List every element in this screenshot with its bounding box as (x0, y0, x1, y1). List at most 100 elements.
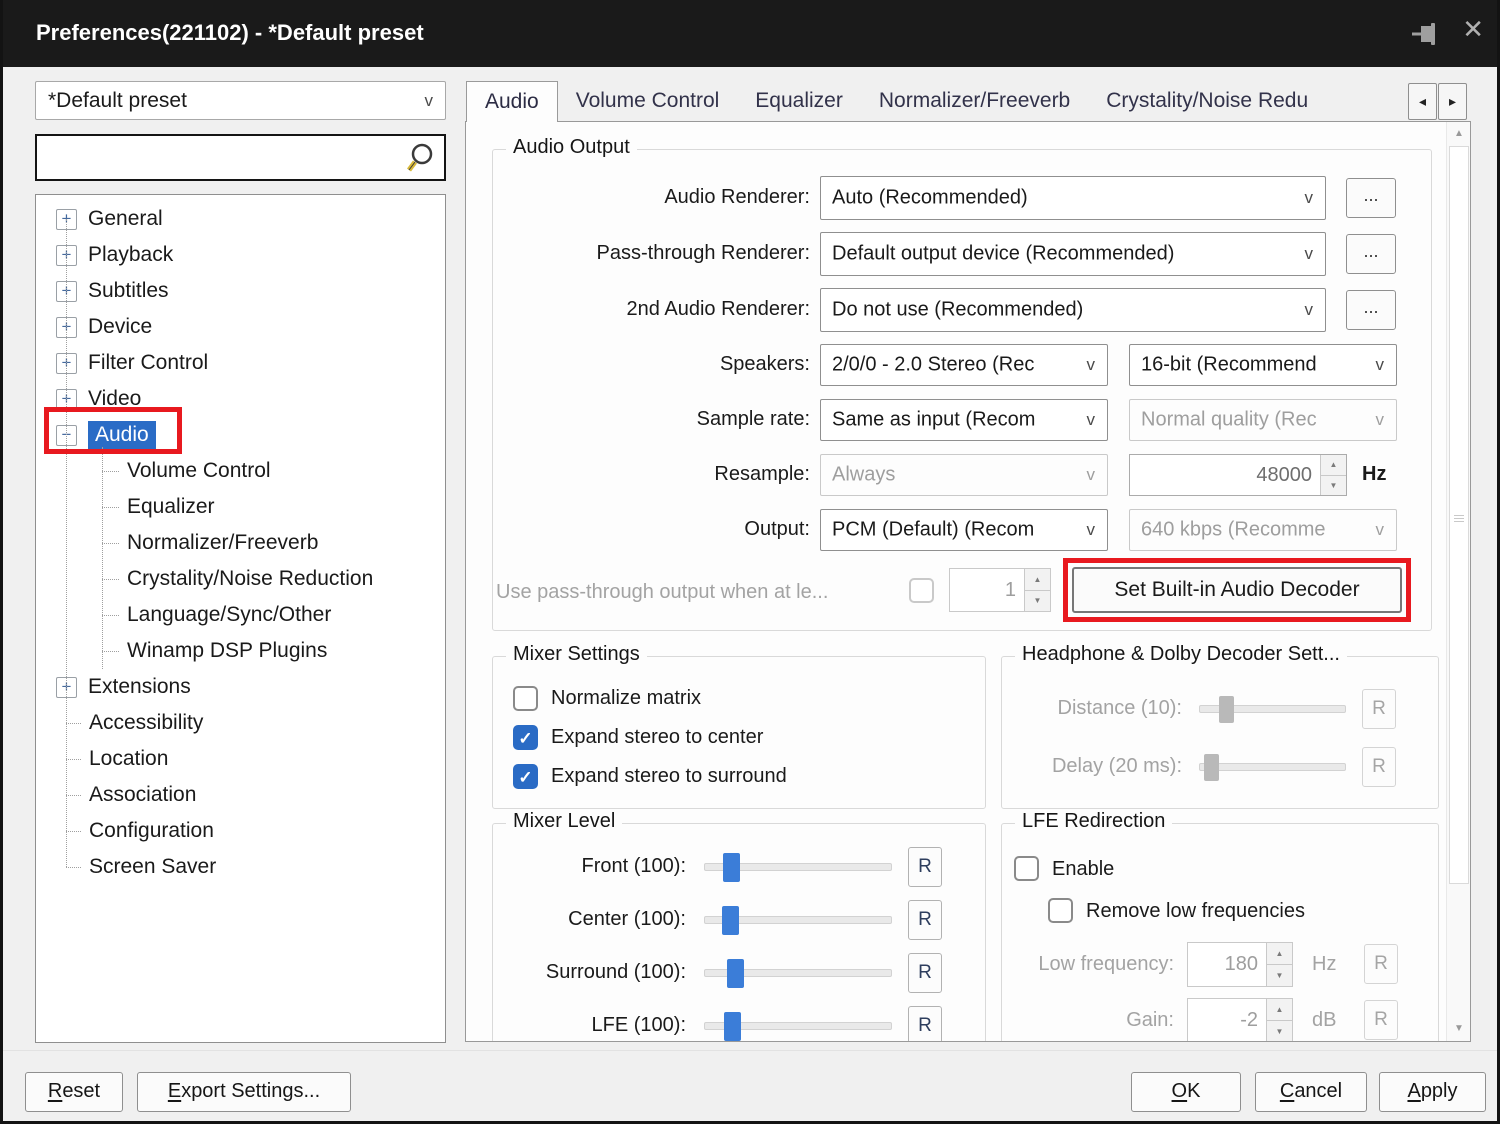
audio-renderer-combobox[interactable]: Auto (Recommended) v (820, 176, 1326, 220)
tree-item-equalizer[interactable]: Equalizer (36, 489, 445, 525)
reset-button[interactable]: Reset (25, 1072, 123, 1112)
scrollbar-up-icon[interactable]: ▲ (1448, 123, 1470, 145)
distance-10-reset-button[interactable]: R (1362, 689, 1396, 729)
spinner-down-icon[interactable]: ▼ (1321, 476, 1346, 496)
delay-20-ms-reset-button[interactable]: R (1362, 747, 1396, 787)
second-renderer-more-button[interactable]: ... (1346, 290, 1396, 330)
export-settings-button[interactable]: Export Settings... (137, 1072, 351, 1112)
front-100-reset-button[interactable]: R (908, 847, 942, 887)
lfe-100-slider-track[interactable] (704, 1022, 892, 1030)
tree-item-playback[interactable]: +Playback (36, 237, 445, 273)
scrollbar-thumb[interactable] (1449, 146, 1469, 884)
speakers-combobox[interactable]: 2/0/0 - 2.0 Stereo (Rec v (820, 344, 1108, 386)
tab-scroll-left-icon[interactable]: ◂ (1408, 83, 1437, 120)
resample-frequency-spinner[interactable]: 48000 ▲ ▼ (1129, 454, 1347, 496)
low-frequency-spinner[interactable]: 180 ▲ ▼ (1187, 942, 1293, 987)
pin-icon[interactable] (1410, 20, 1440, 48)
tree-item-video[interactable]: +Video (36, 381, 445, 417)
surround-100-slider-track[interactable] (704, 969, 892, 977)
tree-item-volume-control[interactable]: Volume Control (36, 453, 445, 489)
gain-spinner[interactable]: -2 ▲ ▼ (1187, 998, 1293, 1042)
tree-item-device[interactable]: +Device (36, 309, 445, 345)
combo-value: Normal quality (Rec (1141, 409, 1364, 432)
apply-button[interactable]: Apply (1379, 1072, 1486, 1112)
front-100-label: Front (100): (496, 855, 686, 878)
tree-item-general[interactable]: +General (36, 201, 445, 237)
search-input[interactable] (37, 136, 444, 179)
ok-button[interactable]: OK (1131, 1072, 1241, 1112)
gain-unit: dB (1312, 1009, 1336, 1032)
sample-rate-combobox[interactable]: Same as input (Recom v (820, 399, 1108, 441)
spinner-up-icon[interactable]: ▲ (1025, 569, 1050, 591)
tree-item-extensions[interactable]: +Extensions (36, 669, 445, 705)
tree-item-location[interactable]: Location (36, 741, 445, 777)
set-builtin-audio-decoder-button[interactable]: Set Built-in Audio Decoder (1072, 567, 1402, 613)
spinner-up-icon[interactable]: ▲ (1267, 999, 1292, 1021)
scrollbar-down-icon[interactable]: ▼ (1448, 1018, 1470, 1040)
cancel-button[interactable]: Cancel (1255, 1072, 1367, 1112)
surround-100-reset-button[interactable]: R (908, 953, 942, 993)
front-100-slider-track[interactable] (704, 863, 892, 871)
tab-scroll-right-icon[interactable]: ▸ (1438, 83, 1467, 120)
slider-thumb[interactable] (722, 906, 739, 935)
tab-normalizer-freeverb[interactable]: Normalizer/Freeverb (861, 81, 1088, 121)
scrollbar-vertical[interactable]: ▲ ▼ (1446, 122, 1470, 1041)
passthrough-renderer-more-button[interactable]: ... (1346, 234, 1396, 274)
tab-equalizer[interactable]: Equalizer (737, 81, 861, 121)
tree-item-accessibility[interactable]: Accessibility (36, 705, 445, 741)
lfe-remove-low-checkbox[interactable] (1048, 898, 1073, 923)
chevron-down-icon: v (1087, 355, 1096, 375)
tree-item-association[interactable]: Association (36, 777, 445, 813)
tree-item-configuration[interactable]: Configuration (36, 813, 445, 849)
tree-item-winamp-dsp-plugins[interactable]: Winamp DSP Plugins (36, 633, 445, 669)
audio-renderer-more-button[interactable]: ... (1346, 178, 1396, 218)
lfe-100-reset-button[interactable]: R (908, 1006, 942, 1042)
low-frequency-reset-button[interactable]: R (1364, 944, 1398, 984)
window-title: Preferences(221102) - *Default preset (36, 20, 424, 46)
slider-thumb[interactable] (723, 853, 740, 882)
preset-combobox[interactable]: *Default preset v (35, 81, 446, 120)
search-box[interactable] (35, 134, 446, 181)
resample-label: Resample: (496, 463, 810, 486)
center-100-reset-button[interactable]: R (908, 900, 942, 940)
delay-20-ms-slider-track[interactable] (1199, 763, 1346, 771)
resample-combobox: Always v (820, 454, 1108, 496)
output-format-combobox[interactable]: PCM (Default) (Recom v (820, 509, 1108, 551)
slider-thumb[interactable] (727, 959, 744, 988)
passthrough-min-checkbox[interactable] (909, 578, 934, 603)
close-icon[interactable]: ✕ (1462, 14, 1484, 45)
spinner-up-icon[interactable]: ▲ (1321, 455, 1346, 476)
speakers-bit-depth-combobox[interactable]: 16-bit (Recommend v (1129, 344, 1397, 386)
tab-audio[interactable]: Audio (466, 81, 558, 122)
center-100-slider-track[interactable] (704, 916, 892, 924)
group-legend: Mixer Level (506, 810, 622, 833)
tree-item-screen-saver[interactable]: Screen Saver (36, 849, 445, 885)
spinner-down-icon[interactable]: ▼ (1267, 1021, 1292, 1042)
gain-reset-button[interactable]: R (1364, 1000, 1398, 1040)
slider-thumb[interactable] (1219, 696, 1234, 723)
group-legend: LFE Redirection (1015, 810, 1172, 833)
passthrough-renderer-combobox[interactable]: Default output device (Recommended) v (820, 232, 1326, 276)
checkbox-normalize-matrix[interactable] (513, 686, 538, 711)
tree-guide (66, 219, 67, 867)
second-renderer-combobox[interactable]: Do not use (Recommended) v (820, 288, 1326, 332)
tree-item-filter-control[interactable]: +Filter Control (36, 345, 445, 381)
passthrough-min-spinner[interactable]: 1 ▲ ▼ (949, 568, 1051, 612)
spinner-down-icon[interactable]: ▼ (1267, 965, 1292, 986)
tree-item-crystality-noise-reduction[interactable]: Crystality/Noise Reduction (36, 561, 445, 597)
checkbox-expand-stereo-to-center[interactable]: ✓ (513, 725, 538, 750)
tree-item-label: Audio (88, 421, 156, 449)
spinner-down-icon[interactable]: ▼ (1025, 591, 1050, 612)
lfe-enable-checkbox[interactable] (1014, 856, 1039, 881)
checkbox-expand-stereo-to-surround[interactable]: ✓ (513, 764, 538, 789)
tab-volume-control[interactable]: Volume Control (558, 81, 738, 121)
tree-item-audio[interactable]: −Audio (36, 417, 445, 453)
slider-thumb[interactable] (1204, 754, 1219, 781)
spinner-up-icon[interactable]: ▲ (1267, 943, 1292, 965)
tree-item-normalizer-freeverb[interactable]: Normalizer/Freeverb (36, 525, 445, 561)
tab-crystality-noise-reduction[interactable]: Crystality/Noise Redu (1088, 81, 1326, 121)
distance-10-slider-track[interactable] (1199, 705, 1346, 713)
tree-item-language-sync-other[interactable]: Language/Sync/Other (36, 597, 445, 633)
slider-thumb[interactable] (724, 1012, 741, 1041)
tree-item-subtitles[interactable]: +Subtitles (36, 273, 445, 309)
